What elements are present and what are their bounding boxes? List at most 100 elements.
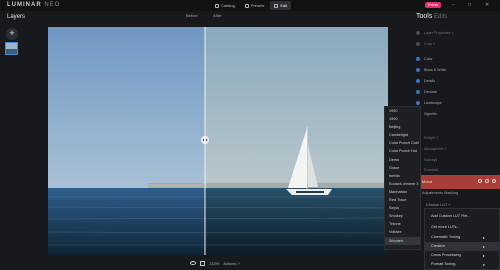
lut-item[interactable]: Color Punch Cold (385, 139, 420, 147)
tool-denoise[interactable]: Denoise (416, 90, 437, 94)
lut-menu: Add Custom LUT File... Get more LUTs... … (424, 208, 500, 270)
tab-label: Catalog (221, 3, 235, 8)
crop-icon (416, 42, 420, 46)
tool-label: Sunrays (424, 158, 438, 162)
tab-presets[interactable]: Presets (241, 1, 269, 10)
tool-label: Layer Properties ˅ (424, 31, 454, 35)
menu-item-label: Cinematic Toning (431, 235, 461, 239)
lut-item[interactable]: Manhattan (385, 188, 420, 196)
visibility-icon[interactable] (478, 179, 482, 183)
extras-button[interactable]: Extras (425, 2, 441, 8)
logo-text: LUMINAR (7, 2, 42, 8)
top-bar: LUMINAR NEO Catalog Presets Edit Extras … (0, 0, 500, 11)
eye-icon[interactable] (190, 261, 196, 265)
bw-icon (416, 68, 420, 72)
menu-item-cross-processing[interactable]: Cross Processing ▸ (425, 251, 500, 260)
split-handle[interactable] (201, 136, 209, 144)
lut-item[interactable]: Sepia (385, 204, 420, 212)
close-button[interactable]: ✕ (485, 2, 489, 8)
maximize-button[interactable]: □ (468, 2, 471, 8)
favorite-icon[interactable] (492, 179, 496, 183)
tool-label: Details (424, 79, 435, 83)
catalog-icon (215, 3, 219, 8)
tool-label: Landscape (424, 101, 442, 105)
sky-before (48, 27, 205, 189)
app-logo: LUMINAR NEO (7, 2, 60, 8)
layer-thumbnail[interactable] (5, 42, 18, 55)
lut-item[interactable]: 1950 (385, 107, 420, 115)
active-tool-header[interactable]: Mood (416, 175, 500, 189)
menu-item-label: Portrait Toning (431, 262, 456, 266)
lut-dropdown-list: 1950 1990 Beijing Candlelight Color Punc… (384, 106, 421, 250)
tool-label: Black & White (424, 68, 447, 72)
chevron-right-icon: ▸ (482, 244, 485, 249)
menu-item-cinematic-toning[interactable]: Cinematic Toning ▸ (425, 233, 500, 242)
lut-item[interactable]: Smokey (385, 212, 420, 220)
lut-item[interactable]: Tritone (385, 220, 420, 228)
lut-item[interactable]: Grace (385, 164, 420, 172)
image-canvas[interactable] (48, 27, 388, 255)
tab-label: Presets (250, 3, 265, 8)
lut-item[interactable]: Kodack chrome 3 (385, 180, 420, 188)
tools-title[interactable]: Tools (416, 13, 432, 20)
before-label: Before (186, 13, 198, 18)
tool-label: Dramatic (424, 168, 439, 172)
photo-preview (48, 27, 388, 255)
lut-item[interactable]: Inertia (385, 172, 420, 180)
tool-crop[interactable]: Crop ˅ (416, 42, 435, 46)
reset-icon[interactable] (485, 179, 489, 183)
lut-item[interactable]: Beijing (385, 123, 420, 131)
menu-item-portrait-toning[interactable]: Portrait Toning ▸ (425, 260, 500, 269)
menu-item-label: Creative (431, 244, 446, 248)
logo-sub-text: NEO (44, 2, 61, 8)
actions-button[interactable]: Actions ˅ (223, 261, 240, 266)
tab-edit[interactable]: Edit (270, 1, 292, 10)
tab-catalog[interactable]: Catalog (211, 1, 239, 10)
menu-item-creative[interactable]: Creative ▸ (425, 242, 500, 251)
tool-layer-properties[interactable]: Layer Properties ˅ (416, 31, 453, 35)
layers-title: Layers (7, 14, 26, 20)
add-layer-button[interactable]: + (6, 28, 18, 40)
tool-subtabs[interactable]: Adjustments Masking (422, 191, 458, 195)
tool-header-actions (478, 179, 496, 183)
color-icon (416, 57, 420, 61)
menu-item-get-more-luts[interactable]: Get more LUTs... (425, 223, 500, 232)
tool-label: Vignette (424, 112, 438, 116)
mode-tabs: Catalog Presets Edit (211, 1, 292, 10)
after-label: After (213, 13, 222, 18)
tab-label: Edit (280, 3, 288, 8)
menu-item-label: Get more LUTs... (431, 225, 460, 229)
menu-item-label: Add Custom LUT File... (431, 214, 471, 218)
tool-details[interactable]: Details (416, 79, 435, 83)
chevron-right-icon: ▸ (482, 235, 485, 240)
tool-black-white[interactable]: Black & White (416, 68, 446, 72)
zoom-level[interactable]: 132% (209, 261, 219, 266)
tool-label: Relight ˅ (424, 136, 439, 140)
lut-item[interactable]: Voltaire (385, 228, 420, 236)
edits-tab[interactable]: Edits (434, 14, 447, 20)
landscape-icon (416, 101, 420, 105)
active-tool-label: Mood (422, 179, 433, 184)
tool-label: Atmosphere ˅ (424, 147, 447, 151)
minimize-button[interactable]: − (452, 2, 455, 8)
edit-icon (274, 3, 279, 8)
denoise-icon (416, 90, 420, 94)
tool-icon (416, 31, 420, 35)
lut-item-hovered[interactable]: Wooden (385, 236, 420, 245)
lut-item[interactable]: Demo (385, 156, 420, 164)
tool-label: Denoise (424, 90, 438, 94)
bottom-toolbar: 132% Actions ˅ (190, 259, 240, 267)
lut-item[interactable]: 1990 (385, 115, 420, 123)
tool-label: Crop ˅ (424, 42, 435, 46)
shoreline-town (148, 184, 203, 187)
lut-item[interactable]: Candlelight (385, 131, 420, 139)
tool-landscape[interactable]: Landscape (416, 101, 442, 105)
details-icon (416, 79, 420, 83)
tool-color[interactable]: Color (416, 57, 433, 61)
lut-item[interactable]: Red Trace (385, 196, 420, 204)
compare-icon[interactable] (200, 260, 205, 266)
lut-select[interactable]: Choose LUT ˅ (426, 203, 451, 207)
chevron-right-icon: ▸ (482, 262, 485, 267)
menu-item-add-custom-lut[interactable]: Add Custom LUT File... (425, 212, 500, 221)
lut-item[interactable]: Color Punch Hot (385, 147, 420, 155)
